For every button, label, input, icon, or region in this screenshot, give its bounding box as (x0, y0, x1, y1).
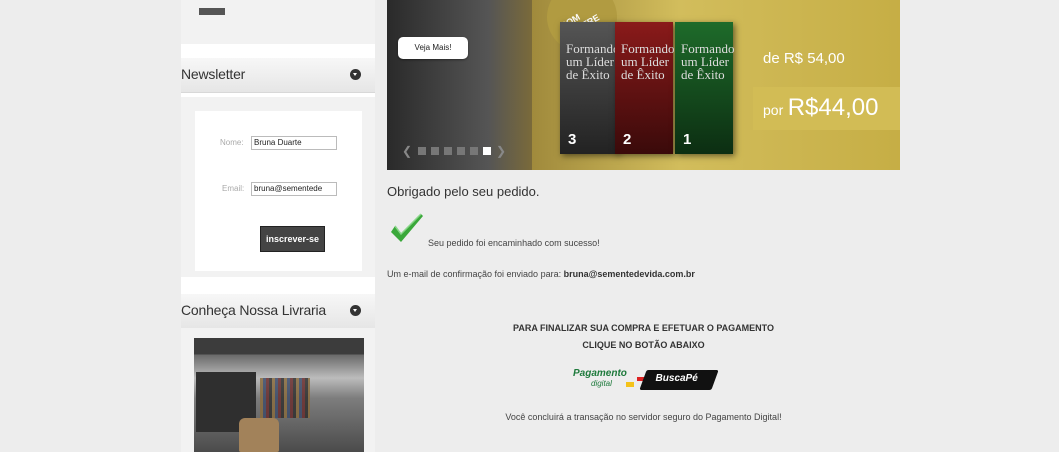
veja-mais-button[interactable]: Veja Mais! (398, 37, 468, 59)
finalize-line-2: CLIQUE NO BOTÃO ABAIXO (582, 340, 705, 350)
book-number: 3 (568, 131, 577, 148)
slide-dot[interactable] (444, 147, 452, 155)
next-arrow-icon[interactable]: ❯ (496, 145, 506, 157)
newsletter-panel: Nome: Bruna Duarte Email: bruna@semented… (181, 97, 375, 277)
email-field[interactable]: bruna@sementede (251, 182, 337, 196)
bookstore-title: Conheça Nossa Livraria (181, 302, 327, 318)
payment-button[interactable]: Pagamento digital BuscaPé (573, 367, 719, 395)
checkmark-icon (391, 213, 423, 242)
email-label: Email: (222, 184, 245, 193)
bookstore-photo[interactable] (194, 338, 364, 452)
newsletter-form: Nome: Bruna Duarte Email: bruna@semented… (195, 111, 362, 271)
book-cover-2: Formando um Líder de Êxito 2 (615, 22, 675, 154)
slide-dot-active[interactable] (483, 147, 491, 155)
slide-dot[interactable] (470, 147, 478, 155)
book-title: Formando um Líder de Êxito (681, 41, 735, 82)
main-content: COM MESTRE Veja Mais! Formando um Líder … (387, 0, 900, 452)
book-number: 2 (623, 131, 632, 148)
payment-logo-mark (626, 382, 634, 387)
subscribe-button[interactable]: inscrever-se (260, 226, 325, 252)
secure-transaction-note: Você concluirá a transação no servidor s… (505, 412, 782, 422)
payment-logo-text: Pagamento (573, 368, 627, 379)
chevron-down-icon[interactable] (350, 305, 361, 316)
sidebar: Newsletter Nome: Bruna Duarte Email: bru… (181, 0, 375, 452)
buscape-logo: BuscaPé (639, 370, 719, 390)
book-title: Formando um Líder de Êxito (566, 41, 620, 82)
sidebar-top-box (181, 0, 375, 44)
success-message: Seu pedido foi encaminhado com sucesso! (428, 238, 600, 248)
payment-logo-sub: digital (591, 379, 612, 388)
bookstore-header[interactable]: Conheça Nossa Livraria (181, 294, 375, 329)
book-title: Formando um Líder de Êxito (621, 41, 675, 82)
promo-banner[interactable]: COM MESTRE Veja Mais! Formando um Líder … (387, 0, 900, 170)
slide-dot[interactable] (418, 147, 426, 155)
book-cover-1: Formando um Líder de Êxito 1 (675, 22, 735, 154)
buscape-logo-text: BuscaPé (655, 373, 698, 384)
book-number: 1 (683, 131, 692, 148)
slide-dot[interactable] (431, 147, 439, 155)
slide-dot[interactable] (457, 147, 465, 155)
chevron-down-icon[interactable] (350, 69, 361, 80)
name-field[interactable]: Bruna Duarte (251, 136, 337, 150)
confirmation-email: bruna@sementedevida.com.br (563, 269, 695, 279)
email-confirmation-text: Um e-mail de confirmação foi enviado par… (387, 269, 562, 279)
newsletter-header[interactable]: Newsletter (181, 58, 375, 93)
sidebar-top-bar (199, 8, 225, 15)
prev-arrow-icon[interactable]: ❮ (402, 145, 412, 157)
newsletter-title: Newsletter (181, 66, 246, 82)
finalize-line-1: PARA FINALIZAR SUA COMPRA E EFETUAR O PA… (513, 323, 774, 333)
right-gutter (916, 0, 1056, 452)
name-label: Nome: (220, 138, 244, 147)
bookstore-panel (181, 328, 375, 452)
photo-books (260, 378, 310, 418)
new-price-value: R$44,00 (787, 94, 879, 121)
book-cover-3: Formando um Líder de Êxito 3 (560, 22, 620, 154)
email-confirmation: Um e-mail de confirmação foi enviado par… (387, 269, 695, 279)
new-price-prefix: por (763, 102, 784, 118)
left-gutter (8, 0, 168, 452)
new-price: por R$44,00 (763, 94, 878, 122)
photo-chair (239, 418, 279, 452)
order-thanks-heading: Obrigado pelo seu pedido. (387, 184, 540, 199)
old-price: de R$ 54,00 (763, 50, 845, 67)
